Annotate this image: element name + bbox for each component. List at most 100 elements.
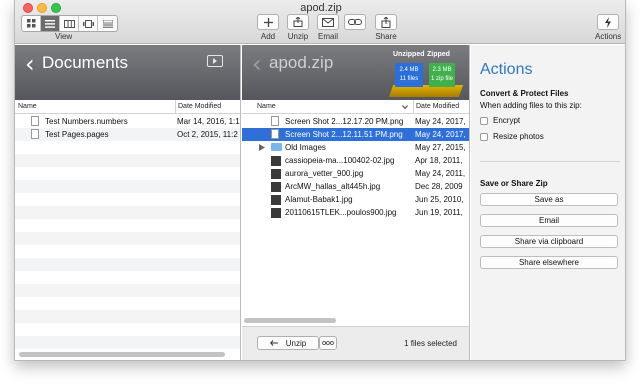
list-item[interactable]: aurora_vetter_900.jpg May 24, 2011, <box>242 167 469 180</box>
file-date: Mar 14, 2016, 1:1 <box>177 117 240 126</box>
checkbox-icon[interactable] <box>480 132 488 141</box>
gallery-view-icon[interactable] <box>79 16 98 31</box>
empty-row <box>15 206 240 219</box>
email-toolbar-label: Email <box>317 32 338 41</box>
list-item[interactable]: Screen Shot 2...12.17.20 PM.png May 24, … <box>242 115 469 128</box>
list-item[interactable]: Test Numbers.numbers Mar 14, 2016, 1:1 <box>15 115 240 128</box>
actions-pane: Actions Convert & Protect Files When add… <box>471 45 625 360</box>
file-name: Test Pages.pages <box>45 130 109 139</box>
actions-toolbar-label: Actions <box>595 32 622 41</box>
archive-title: apod.zip <box>269 53 334 72</box>
actions-toolbar-button[interactable]: Actions <box>595 14 621 41</box>
list-item[interactable]: ArcMW_hallas_alt445h.jpg Dec 28, 2009 <box>242 180 469 193</box>
list-item[interactable]: Alamut-Babak1.jpg Jun 25, 2010, <box>242 193 469 206</box>
empty-row <box>15 141 240 154</box>
back-chevron-icon[interactable]: ‹ <box>252 50 262 78</box>
documents-horizontal-scrollbar[interactable] <box>19 352 225 357</box>
envelope-icon <box>322 17 334 27</box>
name-column-header[interactable]: Name <box>18 103 37 110</box>
encrypt-checkbox[interactable]: Encrypt <box>480 116 520 125</box>
share-toolbar-button[interactable]: Share <box>375 14 397 41</box>
email-toolbar-button[interactable]: Email <box>317 14 339 41</box>
back-chevron-icon[interactable]: ‹ <box>25 50 35 78</box>
image-thumbnail-icon <box>271 195 281 205</box>
zipped-size: 2.3 MB <box>432 67 452 73</box>
list-item[interactable]: Old Images May 27, 2015, <box>242 141 469 154</box>
list-item[interactable]: cassiopeia-ma...100402-02.jpg Apr 18, 20… <box>242 154 469 167</box>
file-name: Screen Shot 2...12.11.51 PM.png <box>285 130 403 139</box>
share-toolbar-label: Share <box>375 32 397 41</box>
image-thumbnail-icon <box>271 156 281 166</box>
unzip-toolbar-button[interactable]: Unzip <box>287 14 309 41</box>
empty-row <box>15 336 240 349</box>
documents-file-list: Test Numbers.numbers Mar 14, 2016, 1:1 T… <box>15 115 240 349</box>
date-column-header[interactable]: Date Modified <box>175 100 221 113</box>
selection-status: 1 files selected <box>404 339 457 348</box>
empty-row <box>15 297 240 310</box>
save-as-button[interactable]: Save as <box>480 193 618 206</box>
toolbar: apod.zip View Add Unzip Email Share Acti… <box>15 0 625 44</box>
more-options-button[interactable]: ooo <box>319 336 337 350</box>
empty-row <box>15 193 240 206</box>
file-date: May 24, 2017, <box>415 117 466 126</box>
plus-icon <box>263 17 273 27</box>
archive-horizontal-scrollbar[interactable] <box>244 318 336 323</box>
file-date: Apr 18, 2011, <box>415 156 463 165</box>
sort-chevron-icon[interactable] <box>402 104 408 111</box>
view-label: View <box>55 32 73 41</box>
file-name: Test Numbers.numbers <box>45 117 128 126</box>
disclosure-triangle-icon[interactable] <box>259 144 265 153</box>
zipped-size-box: 2.3 MB 1 zip file <box>429 63 455 87</box>
link-toolbar-button[interactable] <box>344 14 366 32</box>
file-date: May 24, 2011, <box>415 169 466 178</box>
documents-column-header: Name Date Modified <box>15 100 240 114</box>
zipped-files: 1 zip file <box>430 76 453 82</box>
section-divider <box>480 161 620 162</box>
unzipped-size-box: 2.4 MB 11 files <box>395 63 423 87</box>
empty-row <box>15 167 240 180</box>
list-view-icon[interactable] <box>41 16 60 31</box>
toggle-sidebar-icon[interactable] <box>207 55 223 67</box>
list-item-selected[interactable]: Screen Shot 2...12.11.51 PM.png May 24, … <box>242 128 469 141</box>
share-elsewhere-button[interactable]: Share elsewhere <box>480 256 618 269</box>
share-via-clipboard-button[interactable]: Share via clipboard <box>480 235 618 248</box>
pages-file-icon <box>31 129 39 139</box>
unzip-icon <box>293 17 303 27</box>
list-item[interactable]: 20110615TLEK...poulos900.jpg Jun 19, 201… <box>242 206 469 219</box>
view-mode-selector[interactable] <box>21 15 118 32</box>
documents-title: Documents <box>42 53 128 72</box>
icon-view-icon[interactable] <box>22 16 41 31</box>
list-item[interactable]: Test Pages.pages Oct 2, 2015, 11:2 <box>15 128 240 141</box>
date-column-header[interactable]: Date Modified <box>413 100 459 113</box>
documents-pane: ‹ Documents Name Date Modified Test Numb… <box>15 45 241 360</box>
empty-row <box>15 271 240 284</box>
arrow-left-icon <box>269 339 278 348</box>
email-button[interactable]: Email <box>480 214 618 227</box>
zip-summary-graphic: Unzipped Zipped 2.4 MB 11 files 2.3 MB 1… <box>388 50 464 98</box>
unzip-button-label: Unzip <box>285 338 307 348</box>
empty-row <box>15 245 240 258</box>
file-date: Dec 28, 2009 <box>415 182 463 191</box>
lightning-icon <box>605 16 612 28</box>
file-name: 20110615TLEK...poulos900.jpg <box>285 208 397 217</box>
add-button[interactable]: Add <box>257 14 279 41</box>
unzip-toolbar-label: Unzip <box>287 32 309 41</box>
folder-icon <box>271 143 282 151</box>
encrypt-label: Encrypt <box>493 116 521 125</box>
coverflow-view-icon[interactable] <box>98 16 117 31</box>
png-file-icon <box>271 116 279 126</box>
image-thumbnail-icon <box>271 169 281 179</box>
name-column-header[interactable]: Name <box>257 103 276 110</box>
resize-photos-checkbox[interactable]: Resize photos <box>480 132 544 141</box>
archive-column-header: Name Date Modified <box>242 100 469 114</box>
checkbox-icon[interactable] <box>480 116 488 125</box>
add-button-label: Add <box>260 32 276 41</box>
numbers-file-icon <box>31 116 39 126</box>
convert-section-subtitle: When adding files to this zip: <box>480 101 582 110</box>
column-view-icon[interactable] <box>60 16 79 31</box>
convert-section-title: Convert & Protect Files <box>480 89 569 98</box>
unzip-button[interactable]: Unzip <box>257 336 319 350</box>
archive-pane: ‹ apod.zip Unzipped Zipped 2.4 MB 11 fil… <box>242 45 470 360</box>
file-date: Oct 2, 2015, 11:2 <box>177 130 238 139</box>
actions-title: Actions <box>480 61 533 78</box>
